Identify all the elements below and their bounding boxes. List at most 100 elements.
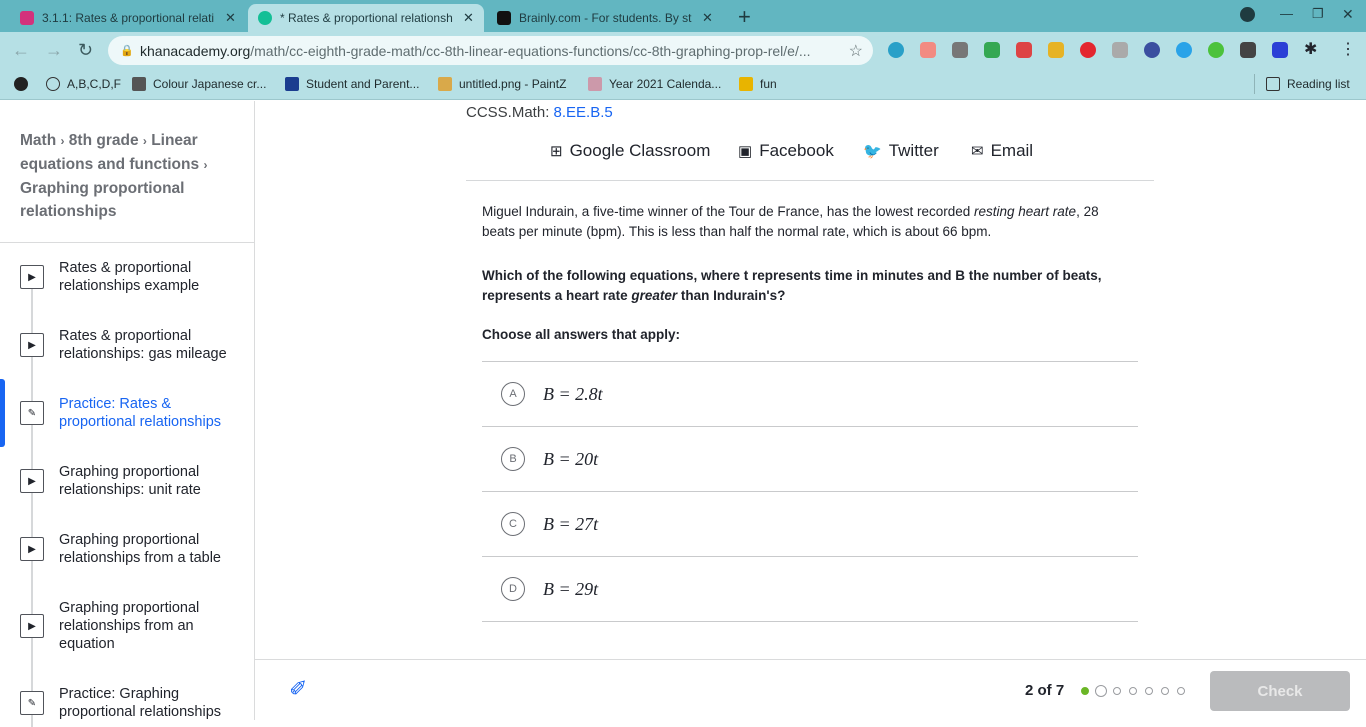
- sidebar-item-label: Practice: Graphing proportional relation…: [59, 686, 222, 720]
- extension-icon[interactable]: [1048, 42, 1064, 58]
- extension-icon[interactable]: [1176, 42, 1192, 58]
- drive-icon[interactable]: [984, 42, 1000, 58]
- progress-dot: [1113, 687, 1121, 695]
- bookmark[interactable]: Student and Parent...: [285, 77, 419, 91]
- address-bar[interactable]: 🔒 khanacademy.org/math/cc-eighth-grade-m…: [108, 36, 873, 65]
- pencil-icon: ✎: [20, 401, 44, 425]
- close-window-button[interactable]: ✕: [1342, 6, 1354, 23]
- tab-search-icon[interactable]: [1240, 7, 1255, 22]
- choice-equation: B = 20t: [543, 448, 599, 469]
- tab-bar: 3.1.1: Rates & proportional relati ✕ * Ra…: [0, 0, 1366, 32]
- sidebar-item-label: Practice: Rates & proportional relations…: [59, 396, 222, 430]
- extension-icon[interactable]: [920, 42, 936, 58]
- bookmark[interactable]: fun: [739, 77, 777, 91]
- share-label: Google Classroom: [569, 141, 711, 160]
- extension-icon[interactable]: [1112, 42, 1128, 58]
- bookmark[interactable]: A,B,C,D,F: [46, 77, 121, 91]
- menu-icon[interactable]: ⋮: [1340, 39, 1356, 59]
- progress-dot: [1145, 687, 1153, 695]
- breadcrumb: Math › 8th grade › Linear equations and …: [20, 132, 208, 220]
- close-icon[interactable]: ✕: [702, 10, 713, 26]
- minimize-button[interactable]: —: [1280, 6, 1293, 21]
- forward-button[interactable]: →: [45, 40, 63, 61]
- bookmark[interactable]: Colour Japanese cr...: [132, 77, 266, 91]
- extension-icon[interactable]: [1240, 42, 1256, 58]
- bookmark[interactable]: untitled.png - PaintZ: [438, 77, 566, 91]
- ccss-link[interactable]: 8.EE.B.5: [554, 104, 613, 121]
- text: Which of the following equations, where …: [482, 268, 1102, 303]
- answer-choice-a[interactable]: A B = 2.8t: [482, 361, 1138, 426]
- answer-choice-b[interactable]: B B = 20t: [482, 426, 1138, 491]
- back-button[interactable]: ←: [12, 40, 30, 61]
- bookmark-label: A,B,C,D,F: [67, 77, 122, 91]
- share-label: Facebook: [759, 141, 834, 160]
- reload-button[interactable]: ↻: [78, 40, 93, 61]
- bookmarks-bar: A,B,C,D,F Colour Japanese cr... Student …: [0, 68, 1366, 100]
- text: than Indurain's?: [677, 288, 786, 303]
- adblock-icon[interactable]: [1080, 42, 1096, 58]
- share-email[interactable]: ✉ Email: [971, 141, 1033, 161]
- new-tab-button[interactable]: +: [738, 4, 751, 30]
- breadcrumb-grade[interactable]: 8th grade: [69, 132, 139, 149]
- sidebar-item-label: Rates & proportional relationships examp…: [59, 260, 200, 294]
- star-icon[interactable]: ☆: [849, 41, 863, 61]
- exercise-footer: ✐ 2 of 7 Check: [255, 659, 1366, 720]
- sidebar-item-label: Graphing proportional relationships: uni…: [59, 464, 201, 498]
- share-google-classroom[interactable]: ⊞ Google Classroom: [550, 141, 710, 161]
- brainly-icon: [497, 11, 511, 25]
- puzzle-icon[interactable]: ✱: [1304, 39, 1317, 59]
- share-label: Twitter: [888, 141, 939, 160]
- tab-khan[interactable]: * Rates & proportional relationsh ✕: [248, 4, 484, 32]
- restore-button[interactable]: ❐: [1312, 6, 1324, 22]
- choice-letter: D: [501, 577, 525, 601]
- extension-icon[interactable]: [952, 42, 968, 58]
- question-text: Which of the following equations, where …: [482, 266, 1102, 306]
- classroom-icon: ⊞: [550, 143, 563, 160]
- tab-title: * Rates & proportional relationsh: [280, 11, 453, 25]
- breadcrumb-math[interactable]: Math: [20, 132, 56, 149]
- extension-icon[interactable]: [1016, 42, 1032, 58]
- play-icon: ▶: [20, 333, 44, 357]
- bookmark-label: untitled.png - PaintZ: [459, 77, 567, 91]
- close-icon[interactable]: ✕: [225, 10, 236, 26]
- choice-letter: B: [501, 447, 525, 471]
- toolbar: ← → ↻ 🔒 khanacademy.org/math/cc-eighth-g…: [0, 32, 1366, 68]
- share-label: Email: [990, 141, 1034, 160]
- twitter-icon: 🐦: [863, 143, 882, 160]
- choice-equation: B = 2.8t: [543, 383, 603, 404]
- bookmark[interactable]: Year 2021 Calenda...: [588, 77, 721, 91]
- standard-label: CCSS.Math: 8.EE.B.5: [466, 104, 613, 121]
- ccss-label: CCSS.Math:: [466, 104, 550, 121]
- choice-letter: C: [501, 512, 525, 536]
- scratchpad-icon[interactable]: ✐: [289, 676, 307, 702]
- sidebar: Math › 8th grade › Linear equations and …: [0, 101, 255, 727]
- extension-icon[interactable]: [888, 42, 904, 58]
- bookmark-label: Student and Parent...: [306, 77, 420, 91]
- apps-icon[interactable]: [14, 77, 35, 91]
- extension-icon[interactable]: [1144, 42, 1160, 58]
- url-domain: khanacademy.org: [140, 42, 251, 59]
- extension-icon[interactable]: [1272, 42, 1288, 58]
- reading-list-button[interactable]: Reading list: [1266, 77, 1350, 91]
- tab-brainly[interactable]: Brainly.com - For students. By st ✕: [487, 4, 723, 32]
- tab-classroom[interactable]: 3.1.1: Rates & proportional relati ✕: [10, 4, 246, 32]
- play-icon: ▶: [20, 537, 44, 561]
- answer-choice-d[interactable]: D B = 29t: [482, 556, 1138, 621]
- sidebar-item-label: Graphing proportional relationships from…: [59, 600, 200, 652]
- answer-choice-c[interactable]: C B = 27t: [482, 491, 1138, 556]
- khan-icon: [258, 11, 272, 25]
- breadcrumb-lesson[interactable]: Graphing proportional relationships: [20, 180, 184, 220]
- play-icon: ▶: [20, 614, 44, 638]
- play-icon: ▶: [20, 265, 44, 289]
- share-twitter[interactable]: 🐦 Twitter: [863, 141, 939, 161]
- close-icon[interactable]: ✕: [463, 10, 474, 26]
- check-button[interactable]: Check: [1210, 671, 1350, 711]
- sidebar-item-label: Rates & proportional relationships: gas …: [59, 328, 227, 362]
- instruction: Choose all answers that apply:: [482, 327, 681, 342]
- bookmark-label: Year 2021 Calenda...: [609, 77, 722, 91]
- extension-icon[interactable]: [1208, 42, 1224, 58]
- share-facebook[interactable]: ▣ Facebook: [738, 141, 834, 161]
- facebook-icon: ▣: [738, 143, 753, 160]
- classroom-icon: [20, 11, 34, 25]
- progress-dot: [1161, 687, 1169, 695]
